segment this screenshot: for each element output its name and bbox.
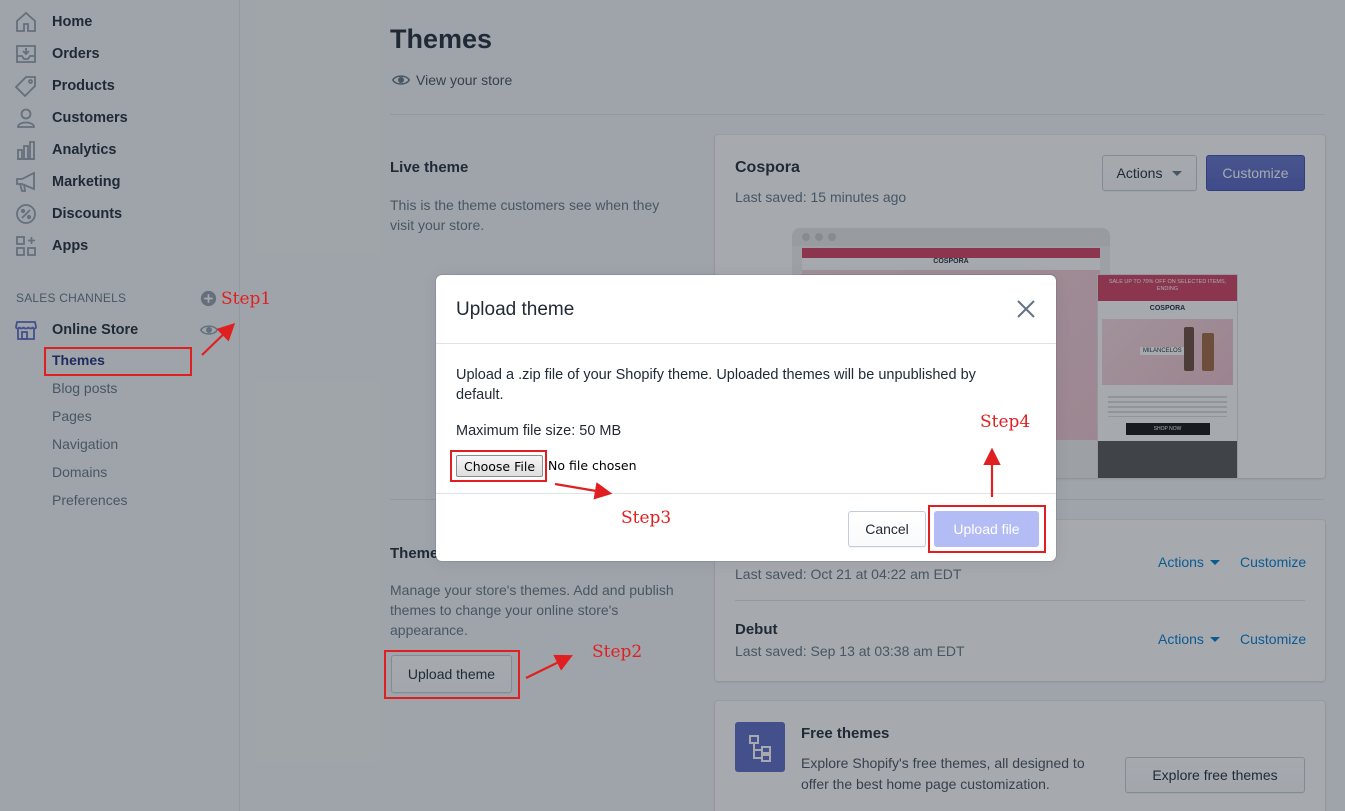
step1-highlight [44,347,192,376]
modal-max-size: Maximum file size: 50 MB [456,423,622,439]
step4-label: Step4 [980,412,1031,432]
step4-highlight [928,505,1046,553]
modal-description: Upload a .zip file of your Shopify theme… [456,367,976,403]
modal-footer-divider [436,493,1056,494]
step3-highlight [450,450,547,482]
step3-label: Step3 [621,508,672,528]
step2-highlight [384,650,520,699]
cancel-button[interactable]: Cancel [848,511,926,547]
close-icon[interactable] [1014,297,1038,321]
file-status: No file chosen [548,458,637,473]
modal-title: Upload theme [456,299,575,320]
step2-label: Step2 [592,642,643,662]
step1-label: Step1 [221,289,272,309]
modal-header: Upload theme [436,275,1056,344]
